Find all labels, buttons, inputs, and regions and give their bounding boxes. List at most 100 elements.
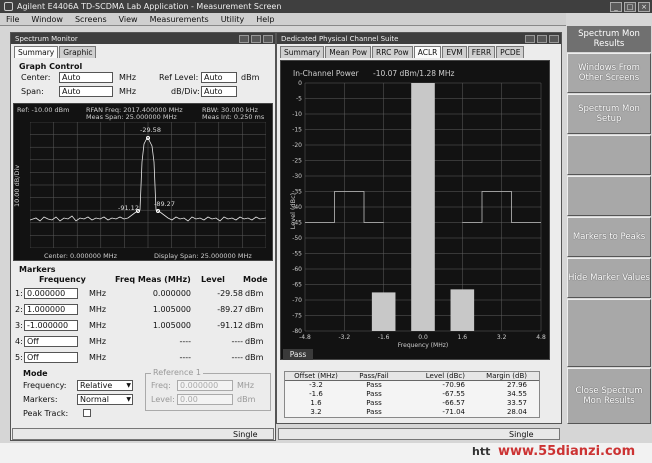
- softkey-spectrum-mon-setup[interactable]: Spectrum Mon Setup: [567, 94, 651, 134]
- ref-readout: Ref: -10.00 dBm: [17, 106, 70, 114]
- marker-num: 1:: [15, 289, 23, 298]
- x-tick-label: -1.6: [378, 334, 390, 341]
- spectrum-ylabel: 10.00 dB/Div: [13, 164, 22, 208]
- marker-freq-field[interactable]: 0.000000: [24, 288, 78, 299]
- tab-summary[interactable]: Summary: [14, 46, 59, 58]
- cell-pass-fail: Pass: [366, 399, 382, 407]
- marker-level-unit: dBm: [245, 305, 264, 314]
- spectrum-grid: [30, 122, 266, 248]
- x-tick-label: -3.2: [338, 334, 350, 341]
- y-tick-label: -5: [296, 96, 302, 103]
- menu-view[interactable]: View: [119, 15, 138, 24]
- marker-level-unit: dBm: [245, 337, 264, 346]
- y-tick-label: -25: [292, 158, 302, 165]
- aclr-xlabel: Frequency (MHz): [398, 342, 448, 349]
- maximize-button[interactable]: □: [624, 1, 636, 12]
- reference-heading: Reference 1: [151, 368, 203, 377]
- tab-rrc-pow[interactable]: RRC Pow: [372, 46, 413, 58]
- minimize-button[interactable]: _: [610, 1, 622, 12]
- marker-freq-field[interactable]: Off: [24, 352, 78, 363]
- marker-2-label: -89.27: [154, 200, 175, 208]
- cell-margin: 34.55: [506, 390, 527, 398]
- tab-ferr[interactable]: FERR: [467, 46, 496, 58]
- softkey-blank-7[interactable]: [567, 299, 651, 367]
- spectrum-display: Ref: -10.00 dBm RFAN Freq: 2017.400000 M…: [13, 103, 273, 261]
- panel-minimize-button[interactable]: [525, 34, 535, 43]
- reference-freq-field[interactable]: 0.000000: [177, 380, 233, 391]
- softkey-markers-to-peaks[interactable]: Markers to Peaks: [567, 217, 651, 257]
- menu-window[interactable]: Window: [31, 15, 63, 24]
- marker-freq-meas: ----: [179, 337, 191, 346]
- cell-level: -70.96: [442, 381, 465, 389]
- menu-help[interactable]: Help: [256, 15, 274, 24]
- panel-maximize-button[interactable]: [251, 34, 261, 43]
- marker-freq-field[interactable]: 1.000000: [24, 304, 78, 315]
- marker-1-label: -29.58: [140, 126, 161, 134]
- marker-freq-unit: MHz: [89, 337, 107, 346]
- tab-graphic[interactable]: Graphic: [59, 46, 97, 58]
- peak-track-checkbox[interactable]: [83, 409, 91, 417]
- markers-heading: Markers: [19, 265, 56, 274]
- db-div-label: dB/Div:: [171, 87, 200, 96]
- close-window-button[interactable]: ×: [638, 1, 650, 12]
- softkey-hide-marker-values[interactable]: Hide Marker Values: [567, 258, 651, 298]
- panel-maximize-button[interactable]: [537, 34, 547, 43]
- marker-num: 4:: [15, 337, 23, 346]
- softkey-blank-3[interactable]: [567, 135, 651, 175]
- mode-frequency-select[interactable]: Relative ▼: [77, 380, 133, 391]
- reference-level-field[interactable]: 0.00: [177, 394, 233, 405]
- marker-level: -29.58: [217, 289, 243, 298]
- panel-close-button[interactable]: [263, 34, 273, 43]
- chevron-down-icon: ▼: [126, 396, 131, 403]
- table-header: Offset (MHz) Pass/Fail Level (dBc) Margi…: [285, 372, 539, 381]
- table-row: -3.2 Pass -70.96 27.96: [285, 381, 539, 390]
- x-tick-label: 0.0: [418, 334, 428, 341]
- softkey-close-spectrum-mon-results[interactable]: Close Spectrum Mon Results: [567, 368, 651, 424]
- x-tick-label: 1.6: [458, 334, 468, 341]
- tab-summary[interactable]: Summary: [280, 46, 325, 58]
- menu-utility[interactable]: Utility: [221, 15, 245, 24]
- left-status-bar: Single: [12, 428, 274, 440]
- reference-freq-label: Freq:: [151, 381, 171, 390]
- marker-freq-unit: MHz: [89, 353, 107, 362]
- span-unit: MHz: [119, 87, 137, 96]
- tab-evm[interactable]: EVM: [442, 46, 467, 58]
- center-unit: MHz: [119, 73, 137, 82]
- softkey-blank-4[interactable]: [567, 176, 651, 216]
- tab-aclr[interactable]: ACLR: [413, 46, 442, 58]
- marker-freq-unit: MHz: [89, 305, 107, 314]
- menu-screens[interactable]: Screens: [75, 15, 107, 24]
- meas-span-readout: Meas Span: 25.000000 MHz: [86, 113, 177, 121]
- tab-mean-pow[interactable]: Mean Pow: [325, 46, 372, 58]
- menu-file[interactable]: File: [6, 15, 19, 24]
- cell-offset: 3.2: [310, 408, 322, 416]
- markers-col-frequency: Frequency: [39, 275, 86, 284]
- meas-int-readout: Meas Int: 0.250 ms: [202, 113, 265, 121]
- mode-frequency-value: Relative: [80, 381, 113, 390]
- marker-num: 3:: [15, 321, 23, 330]
- aclr-bar: [371, 292, 396, 331]
- softkey-windows-from-other-screens[interactable]: Windows From Other Screens: [567, 53, 651, 93]
- marker-num: 5:: [15, 353, 23, 362]
- center-field[interactable]: Auto: [59, 72, 113, 83]
- ref-level-field[interactable]: Auto: [201, 72, 237, 83]
- tab-pcde[interactable]: PCDE: [496, 46, 525, 58]
- mode-markers-select[interactable]: Normal ▼: [77, 394, 133, 405]
- span-field[interactable]: Auto: [59, 86, 113, 97]
- marker-level: -91.12: [217, 321, 243, 330]
- spectrum-monitor-tabs: Summary Graphic: [11, 44, 275, 58]
- panel-close-button[interactable]: [549, 34, 559, 43]
- y-tick-label: -75: [292, 313, 302, 320]
- db-div-field[interactable]: Auto: [201, 86, 237, 97]
- marker-freq-field[interactable]: -1.000000: [24, 320, 78, 331]
- url-fragment: htt: [472, 445, 491, 458]
- y-tick-label: -40: [292, 204, 302, 211]
- panel-minimize-button[interactable]: [239, 34, 249, 43]
- menu-measurements[interactable]: Measurements: [150, 15, 209, 24]
- marker-row: 5: Off MHz ---- ---- dBm: [11, 352, 273, 365]
- cell-offset: 1.6: [310, 399, 322, 407]
- spectrum-monitor-titlebar: Spectrum Monitor: [11, 33, 275, 44]
- markers-col-level: Level: [201, 275, 225, 284]
- menu-bar: File Window Screens View Measurements Ut…: [0, 13, 566, 26]
- marker-freq-field[interactable]: Off: [24, 336, 78, 347]
